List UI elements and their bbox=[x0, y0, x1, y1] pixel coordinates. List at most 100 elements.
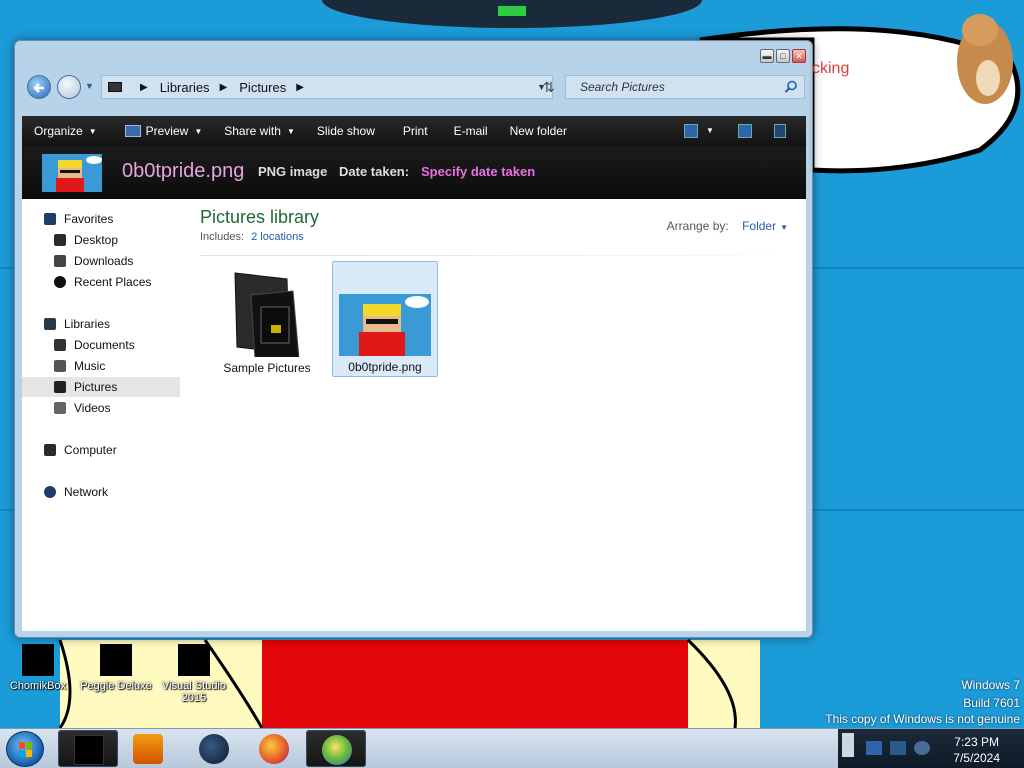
date-taken-value[interactable]: Specify date taken bbox=[421, 164, 535, 179]
speech-text: cking bbox=[812, 60, 850, 77]
chevron-down-icon: ▼ bbox=[286, 126, 295, 136]
command-bar: Organize ▼ Preview ▼ Share with ▼ Slide sho… bbox=[22, 116, 806, 146]
desktop-icon-chomikbox[interactable]: ChomikBox bbox=[0, 644, 76, 692]
change-view-icon[interactable] bbox=[684, 124, 698, 138]
file-item-label: Sample Pictures bbox=[223, 361, 311, 375]
clock[interactable]: 7:23 PM 7/5/2024 bbox=[953, 734, 1000, 766]
taskbar-globe[interactable] bbox=[184, 730, 244, 767]
desktop-icon-peggle[interactable]: Peggle Deluxe bbox=[78, 644, 154, 692]
nav-recent-places[interactable]: Recent Places bbox=[22, 272, 180, 292]
globe-icon bbox=[199, 734, 229, 764]
start-button[interactable] bbox=[6, 731, 44, 767]
nav-libraries[interactable]: Libraries bbox=[22, 314, 180, 334]
nav-favorites[interactable]: Favorites bbox=[22, 209, 180, 229]
music-icon bbox=[54, 360, 66, 372]
network-tray-icon[interactable] bbox=[890, 741, 906, 755]
preview-pane-icon[interactable] bbox=[738, 124, 752, 138]
maximize-button[interactable]: □ bbox=[776, 49, 790, 63]
watermark-build: Build 7601 bbox=[963, 696, 1020, 710]
chevron-right-icon[interactable]: ▶ bbox=[140, 82, 148, 93]
file-item-sample-pictures[interactable]: Sample Pictures bbox=[214, 261, 320, 377]
system-tray: 7:23 PM 7/5/2024 bbox=[838, 729, 1024, 768]
email-button[interactable]: E-mail bbox=[445, 116, 497, 146]
nav-videos[interactable]: Videos bbox=[22, 398, 180, 418]
bluetooth-icon[interactable] bbox=[866, 741, 882, 755]
back-button[interactable] bbox=[27, 75, 51, 99]
search-icon[interactable] bbox=[784, 80, 798, 94]
print-button[interactable]: Print bbox=[394, 116, 437, 146]
explorer-window: ▬ □ ✕ ▼ ▶ Libraries ▶ Pictures ▶ ▼ ⇅ Org… bbox=[14, 40, 813, 638]
nav-network[interactable]: Network bbox=[22, 482, 180, 502]
nav-downloads[interactable]: Downloads bbox=[22, 251, 180, 271]
nav-desktop[interactable]: Desktop bbox=[22, 230, 180, 250]
recent-pages-dropdown[interactable]: ▼ bbox=[85, 81, 94, 91]
header-divider bbox=[200, 255, 796, 256]
close-button[interactable]: ✕ bbox=[792, 49, 806, 63]
new-folder-button[interactable]: New folder bbox=[501, 116, 576, 146]
refresh-icon[interactable]: ⇅ bbox=[543, 79, 555, 96]
breadcrumb-pictures[interactable]: Pictures bbox=[239, 80, 286, 95]
search-box bbox=[565, 75, 805, 99]
arrange-by-dropdown[interactable]: Folder ▼ bbox=[742, 219, 788, 233]
chevron-right-icon[interactable]: ▶ bbox=[220, 82, 228, 93]
organize-button[interactable]: Organize ▼ bbox=[22, 116, 106, 146]
taskbar-media-player[interactable] bbox=[118, 730, 178, 767]
media-player-icon bbox=[133, 734, 163, 764]
pictures-icon bbox=[54, 381, 66, 393]
view-options-dropdown[interactable]: ▼ bbox=[706, 126, 714, 140]
clock-time: 7:23 PM bbox=[954, 735, 999, 749]
help-icon[interactable] bbox=[774, 124, 786, 138]
firefox-icon bbox=[259, 734, 289, 764]
watermark-os: Windows 7 bbox=[961, 678, 1020, 692]
taskbar-firefox[interactable] bbox=[244, 730, 304, 767]
taskbar: 7:23 PM 7/5/2024 bbox=[0, 728, 1024, 768]
peggle-icon bbox=[100, 644, 132, 676]
nav-pictures[interactable]: Pictures bbox=[22, 377, 180, 397]
windows-logo-icon bbox=[19, 742, 32, 757]
file-item-0b0tpride[interactable]: 0b0tpride.png bbox=[332, 261, 438, 377]
nav-documents[interactable]: Documents bbox=[22, 335, 180, 355]
chevron-down-icon: ▼ bbox=[88, 126, 97, 136]
chevron-right-icon[interactable]: ▶ bbox=[296, 82, 304, 93]
show-hidden-icons[interactable] bbox=[842, 733, 854, 757]
chevron-down-icon: ▼ bbox=[780, 223, 788, 232]
taskbar-windows-explorer[interactable] bbox=[306, 730, 366, 767]
nav-computer[interactable]: Computer bbox=[22, 440, 180, 460]
selected-file-type: PNG image bbox=[258, 164, 328, 179]
selected-file-name: 0b0tpride.png bbox=[122, 160, 245, 182]
address-bar[interactable]: ▶ Libraries ▶ Pictures ▶ ▼ bbox=[101, 75, 553, 99]
close-icon: ✕ bbox=[795, 51, 803, 61]
nav-music[interactable]: Music bbox=[22, 356, 180, 376]
share-with-button[interactable]: Share with ▼ bbox=[215, 116, 304, 146]
address-row: ▼ ▶ Libraries ▶ Pictures ▶ ▼ ⇅ bbox=[25, 73, 805, 101]
file-list-pane: Pictures library Includes: 2 locations A… bbox=[200, 199, 806, 631]
navigation-pane: Favorites Desktop Downloads Recent Place… bbox=[22, 199, 182, 631]
maximize-icon: □ bbox=[780, 51, 786, 61]
network-icon bbox=[44, 486, 56, 498]
library-title: Pictures library bbox=[200, 207, 320, 227]
documents-icon bbox=[54, 339, 66, 351]
slide-show-button[interactable]: Slide show bbox=[308, 116, 384, 146]
window-controls: ▬ □ ✕ bbox=[760, 49, 806, 63]
computer-icon bbox=[108, 82, 122, 92]
locations-link[interactable]: 2 locations bbox=[251, 231, 304, 243]
desktop-icon-visual-studio[interactable]: Visual Studio 2015 bbox=[156, 644, 232, 704]
folder-icon bbox=[74, 735, 104, 765]
details-pane: 0b0tpride.png PNG image Date taken: Spec… bbox=[22, 146, 806, 199]
preview-button[interactable]: Preview ▼ bbox=[116, 116, 212, 146]
clock-date: 7/5/2024 bbox=[953, 751, 1000, 765]
visual-studio-icon bbox=[178, 644, 210, 676]
taskbar-explorer[interactable] bbox=[58, 730, 118, 767]
folder-icon bbox=[234, 272, 300, 360]
breadcrumb-libraries[interactable]: Libraries bbox=[160, 80, 210, 95]
volume-icon[interactable] bbox=[914, 741, 930, 755]
star-icon bbox=[44, 213, 56, 225]
file-item-label: 0b0tpride.png bbox=[348, 360, 422, 374]
forward-button[interactable] bbox=[57, 75, 81, 99]
search-input[interactable] bbox=[580, 79, 780, 95]
desktop-icon bbox=[54, 234, 66, 246]
computer-icon bbox=[44, 444, 56, 456]
minimize-button[interactable]: ▬ bbox=[760, 49, 774, 63]
downloads-icon bbox=[54, 255, 66, 267]
library-includes: Includes: 2 locations bbox=[200, 231, 304, 243]
